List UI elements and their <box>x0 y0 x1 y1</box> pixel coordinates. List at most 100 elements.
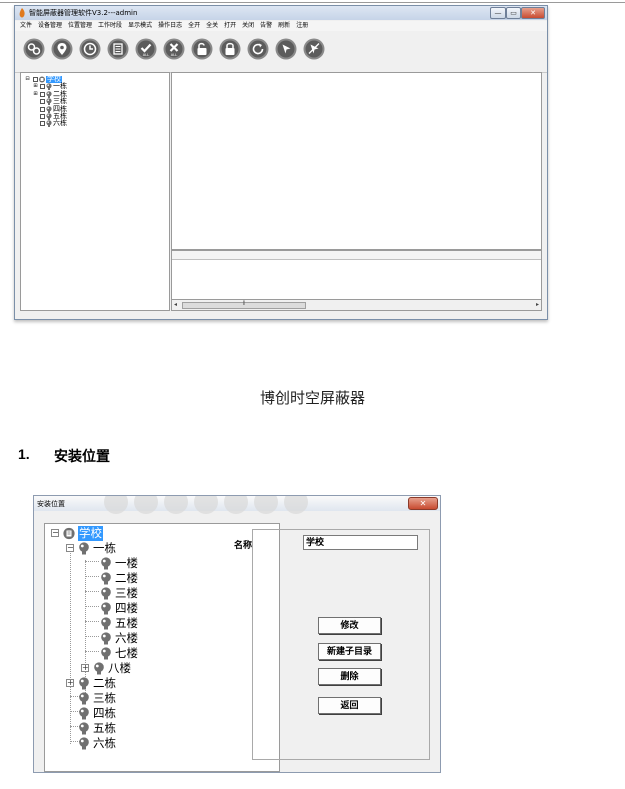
ghost-circle <box>164 496 188 514</box>
bulb-icon <box>46 113 52 120</box>
tree-leaf[interactable]: 六楼 <box>45 631 165 646</box>
tree-checkbox[interactable] <box>40 84 45 90</box>
section-number: 1. <box>18 446 30 462</box>
menu-operation-log[interactable]: 操作日志 <box>158 21 182 31</box>
expand-icon[interactable]: ⊞ <box>33 91 38 97</box>
list-icon <box>107 38 129 60</box>
tree-checkbox[interactable] <box>40 99 45 105</box>
devices-tool-button[interactable] <box>23 38 45 60</box>
menu-open-all[interactable]: 全开 <box>188 21 200 31</box>
name-input[interactable]: 学校 <box>303 535 418 550</box>
tree-checkbox[interactable] <box>33 77 38 82</box>
list-tool-button[interactable] <box>107 38 129 60</box>
menu-location-management[interactable]: 位置管理 <box>68 21 92 31</box>
tree-leaf[interactable]: 二楼 <box>45 571 165 586</box>
scroll-left-arrow-icon[interactable]: ◂ <box>174 300 177 310</box>
tree-checkbox[interactable] <box>40 121 45 127</box>
ghost-circle <box>254 496 278 514</box>
scrollbar-thumb[interactable]: ⦀ <box>182 300 306 309</box>
tree-node-label: 六栋 <box>93 736 116 750</box>
bulb-icon <box>101 602 111 615</box>
menu-close[interactable]: 关闭 <box>242 21 254 31</box>
collapse-icon[interactable]: − <box>51 529 59 537</box>
dialog-title: 安装位置 <box>37 500 65 508</box>
cancel-cursor-icon <box>303 38 325 60</box>
unlock-icon <box>191 38 213 60</box>
location-tree-pane: ⊟ 学校 ⊞ 一栋 ⊞ 二栋 三栋 四栋 五栋 六栋 <box>20 72 170 311</box>
bulb-icon <box>101 632 111 645</box>
expand-icon[interactable]: + <box>81 664 89 672</box>
tree-node[interactable]: 六栋 <box>45 736 165 751</box>
bulb-icon <box>79 737 89 750</box>
menu-device-management[interactable]: 设备管理 <box>38 21 62 31</box>
tree-checkbox[interactable] <box>40 113 45 119</box>
check-all-icon: ALL <box>135 38 157 60</box>
close-button[interactable]: ✕ <box>521 7 545 19</box>
bulb-icon <box>101 587 111 600</box>
device-list-pane[interactable] <box>171 72 542 250</box>
expand-icon[interactable]: ⊞ <box>33 84 38 89</box>
check-all-label: ALL <box>143 53 149 57</box>
menu-open[interactable]: 打开 <box>224 21 236 31</box>
horizontal-scrollbar[interactable]: ◂ ⦀ ▸ <box>171 299 542 311</box>
tree-leaf-label: 二楼 <box>115 571 138 585</box>
menu-alarm[interactable]: 告警 <box>260 21 272 31</box>
dialog-location-tree: − 学校 − 一栋 一楼 二楼 三楼 四楼 五楼 六楼 七楼 + 八楼 + 二栋… <box>44 523 280 772</box>
tree-leaf[interactable]: 四楼 <box>45 601 165 616</box>
tree-leaf-label: 五楼 <box>115 616 138 630</box>
menu-register[interactable]: 注册 <box>296 21 308 31</box>
building-icon <box>63 527 75 540</box>
refresh-tool-button[interactable] <box>247 38 269 60</box>
close-all-tool-button[interactable]: ALL <box>163 38 185 60</box>
work-period-tool-button[interactable] <box>79 38 101 60</box>
tree-leaf-label: 三楼 <box>115 586 138 600</box>
tree-leaf[interactable]: 三楼 <box>45 586 165 601</box>
check-all-tool-button[interactable]: ALL <box>135 38 157 60</box>
menu-file[interactable]: 文件 <box>20 21 32 31</box>
collapse-icon[interactable]: − <box>66 544 74 552</box>
tree-node[interactable]: − 一栋 <box>45 541 165 556</box>
maximize-button[interactable]: ▭ <box>506 7 521 19</box>
bulb-icon <box>46 105 52 113</box>
modify-button[interactable]: 修改 <box>318 617 381 634</box>
lock-tool-button[interactable] <box>219 38 241 60</box>
bulb-icon <box>79 722 89 735</box>
tree-node[interactable]: 三栋 <box>45 691 165 706</box>
tree-checkbox[interactable] <box>40 106 45 112</box>
window-title: 智能屏蔽器管理软件V3.2---admin <box>29 9 138 17</box>
scroll-right-arrow-icon[interactable]: ▸ <box>536 300 539 310</box>
toolbar: ALL ALL <box>15 32 547 73</box>
menu-close-all[interactable]: 全关 <box>206 21 218 31</box>
tree-node[interactable]: 五栋 <box>45 721 165 736</box>
location-tool-button[interactable] <box>51 38 73 60</box>
menu-work-period[interactable]: 工作时段 <box>98 21 122 31</box>
back-button[interactable]: 返回 <box>318 697 381 714</box>
cancel-select-tool-button[interactable] <box>303 38 325 60</box>
page-top-rule <box>0 2 625 3</box>
new-subdirectory-button[interactable]: 新建子目录 <box>318 643 381 660</box>
tree-leaf[interactable]: 七楼 <box>45 646 165 661</box>
select-tool-button[interactable] <box>275 38 297 60</box>
location-pin-icon <box>51 38 73 60</box>
bulb-icon <box>46 90 52 98</box>
menu-refresh[interactable]: 刷新 <box>278 21 290 31</box>
delete-button[interactable]: 删除 <box>318 668 381 685</box>
tree-node[interactable]: 四栋 <box>45 706 165 721</box>
expand-icon[interactable]: + <box>66 679 74 687</box>
bulb-icon <box>79 707 89 720</box>
tree-leaf[interactable]: 五楼 <box>45 616 165 631</box>
unlock-tool-button[interactable] <box>191 38 213 60</box>
tree-node[interactable]: + 二栋 <box>45 676 165 691</box>
tree-root[interactable]: − 学校 <box>45 526 165 541</box>
tree-leaf[interactable]: 一楼 <box>45 556 165 571</box>
minimize-button[interactable]: — <box>490 7 506 19</box>
tree-node[interactable]: + 八楼 <box>45 661 165 676</box>
dialog-close-button[interactable]: ✕ <box>408 497 438 510</box>
document-title: 博创时空屏蔽器 <box>259 390 365 407</box>
tree-checkbox[interactable] <box>40 91 45 97</box>
collapse-icon[interactable]: ⊟ <box>25 77 30 82</box>
name-label: 名称 <box>234 541 253 551</box>
tree-node-label: 三栋 <box>93 691 116 705</box>
menu-display-mode[interactable]: 显示模式 <box>128 21 152 31</box>
bulb-icon <box>79 677 89 690</box>
